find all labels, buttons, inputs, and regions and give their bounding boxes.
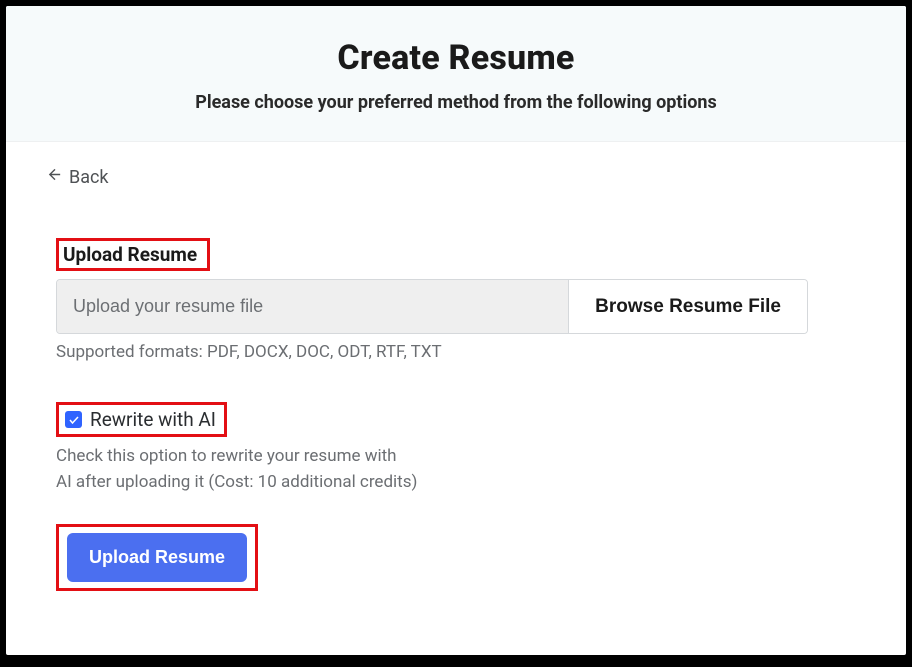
file-input-row: Browse Resume File [56,279,808,334]
supported-formats-hint: Supported formats: PDF, DOCX, DOC, ODT, … [56,342,866,362]
page-subtitle: Please choose your preferred method from… [26,92,886,113]
check-icon [68,414,80,426]
rewrite-ai-checkbox[interactable] [65,411,82,428]
header: Create Resume Please choose your preferr… [6,6,906,142]
upload-section-highlight: Upload Resume [56,238,210,271]
back-label: Back [69,167,109,188]
upload-resume-button[interactable]: Upload Resume [67,533,247,582]
resume-file-input[interactable] [57,280,568,333]
submit-highlight: Upload Resume [56,524,258,591]
arrow-left-icon [46,166,63,188]
rewrite-ai-highlight: Rewrite with AI [56,402,227,437]
page-title: Create Resume [26,38,886,78]
back-link[interactable]: Back [46,166,109,188]
rewrite-ai-label: Rewrite with AI [90,408,216,431]
rewrite-ai-description: Check this option to rewrite your resume… [56,443,536,496]
upload-section-label: Upload Resume [63,243,197,266]
browse-file-button[interactable]: Browse Resume File [568,280,807,333]
